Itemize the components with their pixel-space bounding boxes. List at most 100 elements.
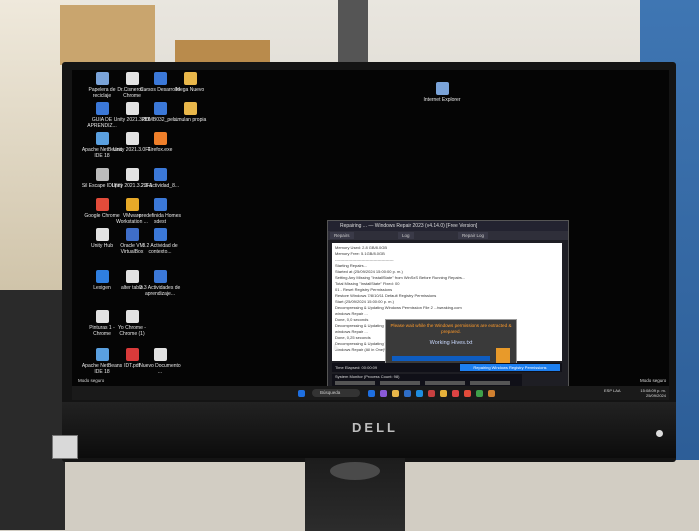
desktop-icon[interactable]: 3.3 Actividades de aprendizaje... — [138, 270, 182, 297]
desktop-icon[interactable]: Nuevo Documento ... — [138, 348, 182, 375]
app-icon — [153, 102, 167, 115]
log-line: Start (25/09/2024 15:00:00 p. m.) — [335, 299, 394, 304]
taskbar-app-icon[interactable] — [452, 390, 459, 397]
app-icon — [125, 102, 139, 115]
app-icon — [125, 310, 139, 323]
stand-cable-hole — [330, 462, 380, 480]
tab-repair-log[interactable]: Repair Log — [458, 232, 489, 239]
time-elapsed: Time Elapsed: 00:00:09 — [335, 365, 378, 370]
taskbar-search[interactable]: Búsqueda — [312, 389, 360, 397]
app-icon — [125, 132, 139, 145]
app-icon — [125, 348, 139, 361]
cardboard-box — [60, 5, 155, 65]
repair-window[interactable]: Repairing ... — Windows Repair 2023 (v4.… — [327, 220, 569, 390]
log-line: Done, 0,25 seconds — [335, 335, 371, 340]
desktop-icon-label: Firefox.exe — [147, 147, 173, 153]
monitor-logo: DELL — [352, 420, 398, 435]
desktop-icon-label: 2.1 Actividad_8... — [140, 183, 180, 189]
screen: Papelera de reciclaje Dr.Cisneros - Chrom… — [72, 70, 669, 398]
app-icon — [153, 198, 167, 211]
desktop-icon[interactable]: Mega Nuevo — [168, 72, 212, 93]
log-line: 01 - Reset Registry Permissions — [335, 287, 393, 292]
power-button[interactable] — [656, 430, 663, 437]
app-icon — [125, 168, 139, 181]
desktop-icon-label: 3.3 Actividades de aprendizaje... — [139, 285, 181, 297]
tab-repairs[interactable]: Repairs — [330, 232, 354, 239]
clock-date: 25/09/2024 — [645, 393, 666, 398]
tab-bar: Repairs Log Repair Log — [328, 231, 568, 240]
start-button-icon[interactable] — [298, 390, 305, 397]
app-icon — [95, 270, 109, 283]
status-bar: Time Elapsed: 00:00:09 Repairing Windows… — [332, 363, 562, 372]
app-icon — [153, 72, 167, 85]
app-icon — [95, 198, 109, 211]
window-title: Repairing ... — Windows Repair 2023 (v4.… — [328, 221, 568, 231]
app-icon — [153, 168, 167, 181]
taskbar-app-icon[interactable] — [464, 390, 471, 397]
desktop-icon[interactable]: predefinida Homes sdest — [138, 198, 182, 225]
log-line: Restore Windows 7/8/10/11 Default Regist… — [335, 293, 437, 298]
app-icon — [153, 228, 167, 241]
repair-status-button[interactable]: Repairing Windows Registry Permissions — [460, 364, 560, 371]
log-panel: Memory Used: 2.8 GB/8.0GB Memory Free: 5.… — [332, 243, 562, 371]
app-icon — [125, 72, 139, 85]
app-icon — [125, 270, 139, 283]
log-line: Memory Used: 2.8 GB/8.0GB — [335, 245, 388, 250]
desktop-icon-label: Yo Chrome - Chrome (1) — [118, 325, 146, 337]
system-monitor-label: System Monitor (Process Count: 98) — [335, 374, 400, 379]
app-icon — [125, 198, 139, 211]
log-line: windows Repair ... — [335, 329, 368, 334]
app-icon — [435, 82, 449, 95]
safe-mode-label: Modo seguro — [78, 378, 105, 383]
taskbar-app-icon[interactable] — [392, 390, 399, 397]
taskbar-app-icon[interactable] — [368, 390, 375, 397]
desktop-icon-label: Nuevo Documento ... — [139, 363, 181, 375]
monitor-chip — [335, 381, 375, 385]
app-icon — [153, 132, 167, 145]
app-icon — [183, 72, 197, 85]
app-icon — [95, 132, 109, 145]
desktop-icon-label: simulan propia — [173, 117, 207, 123]
hourglass-icon — [496, 348, 510, 364]
app-icon — [95, 168, 109, 181]
safe-mode-label: Modo seguro — [640, 378, 667, 383]
desktop-icon[interactable]: Firefox.exe — [138, 132, 182, 153]
popup-message: Please wait while the Windows permission… — [390, 323, 512, 334]
app-icon — [95, 72, 109, 85]
taskbar-app-icon[interactable] — [488, 390, 495, 397]
taskbar-app-icon[interactable] — [440, 390, 447, 397]
taskbar-app-icon[interactable] — [476, 390, 483, 397]
desktop-icon[interactable]: simulan propia — [168, 102, 212, 123]
taskbar-app-icon[interactable] — [428, 390, 435, 397]
log-line: Done, 0,0 seconds — [335, 317, 369, 322]
desktop-icon[interactable]: Internet Explorer — [420, 82, 464, 103]
taskbar-app-icon[interactable] — [404, 390, 411, 397]
app-icon — [95, 228, 109, 241]
language-indicator[interactable]: ESP LAA — [604, 388, 621, 393]
log-line: Decompressing & Updating ... — [335, 323, 389, 328]
log-line: Starting Repairs... — [335, 263, 368, 268]
monitor-chip — [380, 381, 420, 385]
cabinet — [0, 290, 65, 530]
log-line: Total Missing "InstallState" Fixed: 00 — [335, 281, 400, 286]
pillar — [338, 0, 368, 70]
desktop-icon[interactable]: Yo Chrome - Chrome (1) — [110, 310, 154, 337]
taskbar-app-icon[interactable] — [416, 390, 423, 397]
app-icon — [95, 102, 109, 115]
monitor-chip — [470, 381, 510, 385]
log-line: Started at (25/09/2024 15:00:00 p. m.) — [335, 269, 403, 274]
app-icon — [153, 348, 167, 361]
log-line: windows Repair ... — [335, 311, 368, 316]
taskbar-app-icon[interactable] — [380, 390, 387, 397]
app-icon — [125, 228, 139, 241]
app-icon — [95, 348, 109, 361]
desktop-icon-label: Mega Nuevo — [175, 87, 205, 93]
app-icon — [95, 310, 109, 323]
tab-log[interactable]: Log — [398, 232, 414, 239]
clock[interactable]: 15:08:09 p. m. 25/09/2024 — [640, 388, 666, 398]
desktop-icon[interactable]: 2.1 Actividad_8... — [138, 168, 182, 189]
log-line: Setting Any Missing "InstallState" from … — [335, 275, 466, 280]
popup-subtitle: Working Hives.txt — [429, 340, 473, 346]
desktop-icon[interactable]: 3.2 Actividad de contexto... — [138, 228, 182, 255]
taskbar: Búsqueda ESP LAA 15:08:09 p. m. 25/09/20… — [72, 386, 669, 400]
